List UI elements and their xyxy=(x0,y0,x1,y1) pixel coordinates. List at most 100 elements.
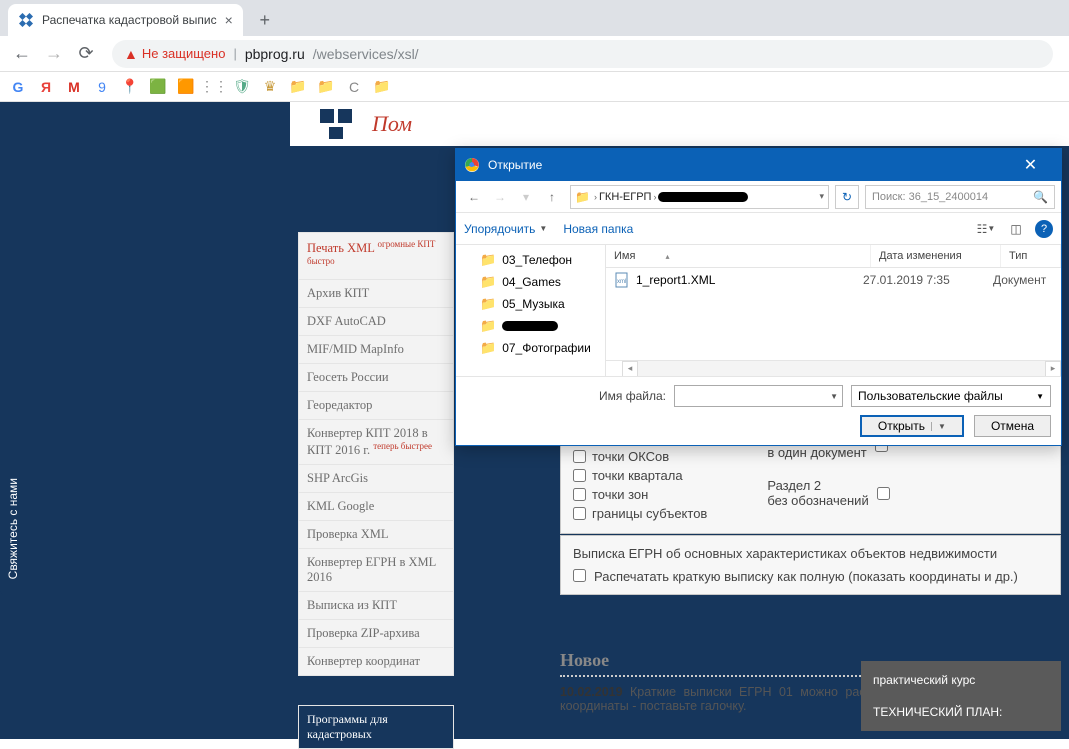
menu-item-print-xml[interactable]: Печать XML огромные КПТ быстро xyxy=(298,232,454,280)
scroll-left-icon[interactable]: ◂ xyxy=(622,361,638,377)
dialog-close-button[interactable]: ✕ xyxy=(1008,149,1053,181)
menu-item-kml[interactable]: KML Google xyxy=(298,492,454,521)
tree-item-phone[interactable]: 📁03_Телефон xyxy=(456,249,605,271)
bookmark-c-icon[interactable]: C xyxy=(346,79,362,95)
chk-full-extract[interactable]: Распечатать краткую выписку как полную (… xyxy=(573,569,1048,584)
tree-item-redacted[interactable]: 📁 xyxy=(456,315,605,337)
nav-back-button[interactable]: ← xyxy=(462,185,486,209)
chk-section2[interactable]: Раздел 2 без обозначений xyxy=(767,478,889,508)
chevron-icon: › xyxy=(594,192,597,202)
folder-icon: 📁 xyxy=(480,296,496,312)
tab-title: Распечатка кадастровой выпис xyxy=(42,13,217,27)
bookmark-orange-icon[interactable]: 🟧 xyxy=(178,79,194,95)
new-tab-button[interactable]: + xyxy=(251,6,279,34)
dialog-nav: ← → ▾ ↑ 📁 › ГКН-ЕГРП › ▾ ↻ Поиск: 36_15_… xyxy=(456,181,1061,213)
file-list: Имя▴ Дата изменения Тип xml 1_report1.XM… xyxy=(606,245,1061,376)
bookmark-yandex-icon[interactable]: Я xyxy=(38,79,54,95)
site-logo-icon xyxy=(320,109,354,139)
tree-item-photos[interactable]: 📁07_Фотографии xyxy=(456,337,605,359)
reload-button[interactable]: ⟳ xyxy=(72,40,100,68)
chevron-down-icon[interactable]: ▾ xyxy=(819,191,824,202)
menu-item-converter-egrn[interactable]: Конвертер ЕГРН в XML 2016 xyxy=(298,548,454,592)
open-button[interactable]: Открыть▼ xyxy=(860,415,964,437)
file-open-dialog: Открытие ✕ ← → ▾ ↑ 📁 › ГКН-ЕГРП › ▾ ↻ xyxy=(455,148,1062,446)
bookmark-dots-icon[interactable]: ⋮⋮ xyxy=(206,79,222,95)
menu-item-check-xml[interactable]: Проверка XML xyxy=(298,520,454,549)
menu-group-programs[interactable]: Программы для кадастровых xyxy=(298,705,454,749)
col-date[interactable]: Дата изменения xyxy=(871,245,1001,267)
nav-forward-button[interactable]: → xyxy=(488,185,512,209)
cancel-button[interactable]: Отмена xyxy=(974,415,1051,437)
forward-button[interactable]: → xyxy=(40,40,68,68)
menu-item-archive[interactable]: Архив КПТ xyxy=(298,279,454,308)
menu-item-vypiska[interactable]: Выписка из КПТ xyxy=(298,591,454,620)
chk-border-subjects[interactable]: границы субъектов xyxy=(573,506,707,521)
bookmark-pin-icon[interactable]: 📍 xyxy=(122,79,138,95)
horizontal-scrollbar[interactable]: ◂ ▸ xyxy=(606,360,1061,376)
brand-word: Пом xyxy=(372,111,412,137)
filename-input[interactable]: ▼ xyxy=(674,385,843,407)
split-chevron-icon[interactable]: ▼ xyxy=(931,422,946,431)
back-button[interactable]: ← xyxy=(8,40,36,68)
folder-icon: 📁 xyxy=(480,318,496,334)
svg-text:xml: xml xyxy=(617,279,626,285)
bookmark-crown-icon[interactable]: ♛ xyxy=(262,79,278,95)
browser-toolbar: ← → ⟳ ▲ Не защищено | pbprog.ru/webservi… xyxy=(0,36,1069,72)
nav-recent-button[interactable]: ▾ xyxy=(514,185,538,209)
address-bar[interactable]: ▲ Не защищено | pbprog.ru/webservices/xs… xyxy=(112,40,1053,68)
help-button[interactable]: ? xyxy=(1035,220,1053,238)
breadcrumb[interactable]: 📁 › ГКН-ЕГРП › ▾ xyxy=(570,185,829,209)
preview-pane-button[interactable]: ◫ xyxy=(1005,218,1027,240)
file-type-filter[interactable]: Пользовательские файлы ▼ xyxy=(851,385,1051,407)
nav-up-button[interactable]: ↑ xyxy=(540,185,564,209)
bookmark-folder2-icon[interactable]: 📁 xyxy=(318,79,334,95)
tree-item-games[interactable]: 📁04_Games xyxy=(456,271,605,293)
search-field[interactable]: Поиск: 36_15_2400014 🔍 xyxy=(865,185,1055,209)
folder-icon: 📁 xyxy=(480,340,496,356)
favicon-icon xyxy=(18,12,34,28)
col-name[interactable]: Имя▴ xyxy=(606,245,871,267)
view-mode-button[interactable]: ☷ ▼ xyxy=(975,218,997,240)
addr-path: /webservices/xsl/ xyxy=(313,46,419,62)
form-egrn: Выписка ЕГРН об основных характеристиках… xyxy=(560,535,1061,595)
crumb-gkn[interactable]: ГКН-ЕГРП xyxy=(599,191,652,203)
bookmark-gmail-icon[interactable]: M xyxy=(66,79,82,95)
bookmark-folder3-icon[interactable]: 📁 xyxy=(374,79,390,95)
page: Свяжитесь с нами Пом Печать XML огромные… xyxy=(0,102,1069,739)
refresh-button[interactable]: ↻ xyxy=(835,185,859,209)
filename-label: Имя файла: xyxy=(466,389,666,403)
menu-item-check-zip[interactable]: Проверка ZIP-архива xyxy=(298,619,454,648)
sort-icon: ▴ xyxy=(665,252,669,261)
bookmark-shield-icon[interactable]: 🛡 xyxy=(234,79,250,95)
menu-item-shp[interactable]: SHP ArcGis xyxy=(298,464,454,493)
addr-host: pbprog.ru xyxy=(245,46,305,62)
menu-item-converter-coord[interactable]: Конвертер координат xyxy=(298,647,454,676)
chk-points-kvartala[interactable]: точки квартала xyxy=(573,468,707,483)
file-row[interactable]: xml 1_report1.XML 27.01.2019 7:35 Докуме… xyxy=(606,268,1061,292)
organize-menu[interactable]: Упорядочить▼ xyxy=(464,222,547,236)
menu-item-georedactor[interactable]: Георедактор xyxy=(298,391,454,420)
folder-icon: 📁 xyxy=(575,190,590,204)
ad-banner[interactable]: практический курс ТЕХНИЧЕСКИЙ ПЛАН: xyxy=(861,661,1061,731)
chk-points-oksov[interactable]: точки ОКСов xyxy=(573,449,707,464)
menu-item-mif[interactable]: MIF/MID MapInfo xyxy=(298,335,454,364)
browser-tab[interactable]: Распечатка кадастровой выпис × xyxy=(8,4,243,36)
bookmark-folder1-icon[interactable]: 📁 xyxy=(290,79,306,95)
contact-tab[interactable]: Свяжитесь с нами xyxy=(0,462,26,595)
menu-item-geoset[interactable]: Геосеть России xyxy=(298,363,454,392)
tree-item-music[interactable]: 📁05_Музыка xyxy=(456,293,605,315)
bookmark-green-icon[interactable]: 🟩 xyxy=(150,79,166,95)
chk-points-zon[interactable]: точки зон xyxy=(573,487,707,502)
warning-icon: ▲ xyxy=(124,46,138,62)
tab-close-icon[interactable]: × xyxy=(225,12,233,28)
col-type[interactable]: Тип xyxy=(1001,245,1061,267)
dialog-bottom: Имя файла: ▼ Пользовательские файлы ▼ От… xyxy=(456,376,1061,445)
folder-icon: 📁 xyxy=(480,252,496,268)
chevron-down-icon[interactable]: ▼ xyxy=(830,392,838,401)
menu-item-dxf[interactable]: DXF AutoCAD xyxy=(298,307,454,336)
scroll-right-icon[interactable]: ▸ xyxy=(1045,361,1061,377)
new-folder-button[interactable]: Новая папка xyxy=(563,222,633,236)
menu-item-converter2018[interactable]: Конвертер КПТ 2018 в КПТ 2016 г. теперь … xyxy=(298,419,454,465)
bookmark-nine-icon[interactable]: 9 xyxy=(94,79,110,95)
bookmark-google-icon[interactable]: G xyxy=(10,79,26,95)
